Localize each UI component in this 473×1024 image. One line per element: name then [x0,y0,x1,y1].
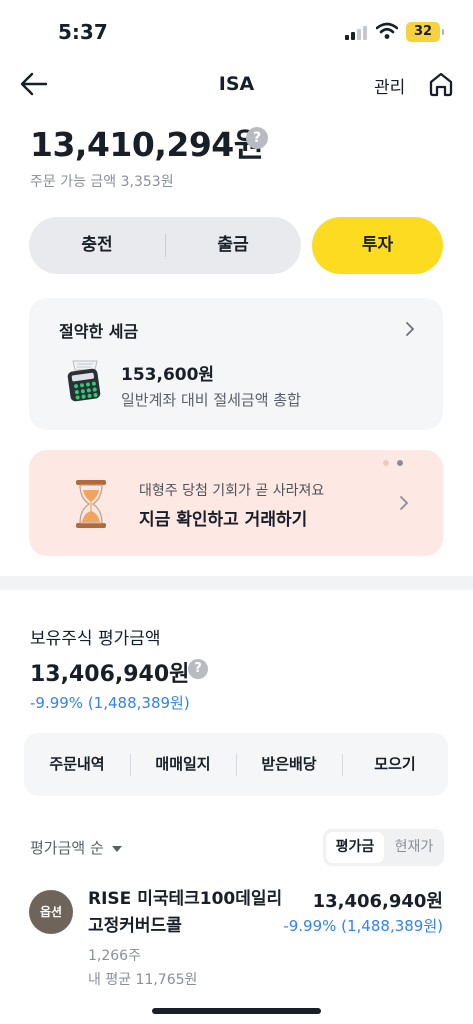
chevron-right-icon [406,322,414,336]
stock-value: 13,406,940원 [312,891,443,912]
promo-title: 지금 확인하고 거래하기 [139,510,308,530]
help-icon[interactable]: ? [246,127,268,149]
invest-button[interactable]: 투자 [312,217,443,274]
tax-saved-description: 일반계좌 대비 절세금액 총합 [121,391,301,409]
status-bar: 5:37 32 [0,0,473,60]
tab-dividends[interactable]: 받은배당 [236,733,342,796]
nav-bar: ISA 관리 [0,60,473,108]
tax-card-title: 절약한 세금 [59,322,139,341]
promo-subtitle: 대형주 당첨 기회가 곧 사라져요 [139,483,325,499]
stock-badge: 옵션 [29,890,73,934]
sort-label: 평가금액 순 [30,839,104,857]
caret-down-icon [111,846,122,852]
value-toggle: 평가금 현재가 [323,829,444,866]
status-time: 5:37 [58,20,108,44]
home-indicator [152,1008,321,1014]
tab-collect[interactable]: 모으기 [342,733,448,796]
tax-saved-amount: 153,600원 [121,365,215,385]
wifi-icon [376,22,398,39]
tab-order-history[interactable]: 주문내역 [24,733,130,796]
stock-change: -9.99% (1,488,389원) [283,917,443,935]
holdings-label: 보유주식 평가금액 [30,629,161,649]
holdings-value: 13,406,940원 [30,662,190,687]
holdings-change: -9.99% (1,488,389원) [30,694,190,712]
tax-savings-card[interactable]: 절약한 세금 153,600원 일반계좌 대비 절세금액 총합 [29,298,443,430]
tab-trade-journal[interactable]: 매매일지 [130,733,236,796]
hourglass-icon [76,480,106,528]
withdraw-button[interactable]: 출금 [165,217,301,274]
stock-avg-price: 내 평균 11,765원 [88,972,198,988]
carousel-dot-active [397,460,403,466]
orderable-amount: 주문 가능 금액 3,353원 [30,174,174,190]
manage-button[interactable]: 관리 [374,73,405,98]
chevron-right-icon [400,496,408,510]
sort-dropdown[interactable]: 평가금액 순 [30,837,122,858]
stock-quantity: 1,266주 [88,948,141,964]
section-divider [0,576,473,590]
carousel-dot [383,460,389,466]
toggle-eval-amount[interactable]: 평가금 [326,832,384,863]
battery-icon: 32 [406,22,444,42]
history-tabs: 주문내역 매매일지 받은배당 모으기 [24,733,448,796]
deposit-withdraw-group: 충전 출금 [29,217,301,274]
toggle-current-price[interactable]: 현재가 [387,832,441,863]
calculator-icon [67,360,101,402]
home-icon[interactable] [427,70,455,98]
help-icon[interactable]: ? [188,659,208,679]
account-balance: 13,410,294원 [30,125,264,164]
stock-name: RISE 미국테크100데일리고정커버드콜 [88,889,283,936]
promo-banner[interactable]: 대형주 당첨 기회가 곧 사라져요 지금 확인하고 거래하기 [29,450,443,556]
deposit-button[interactable]: 충전 [29,217,165,274]
cellular-signal-icon [345,26,369,40]
